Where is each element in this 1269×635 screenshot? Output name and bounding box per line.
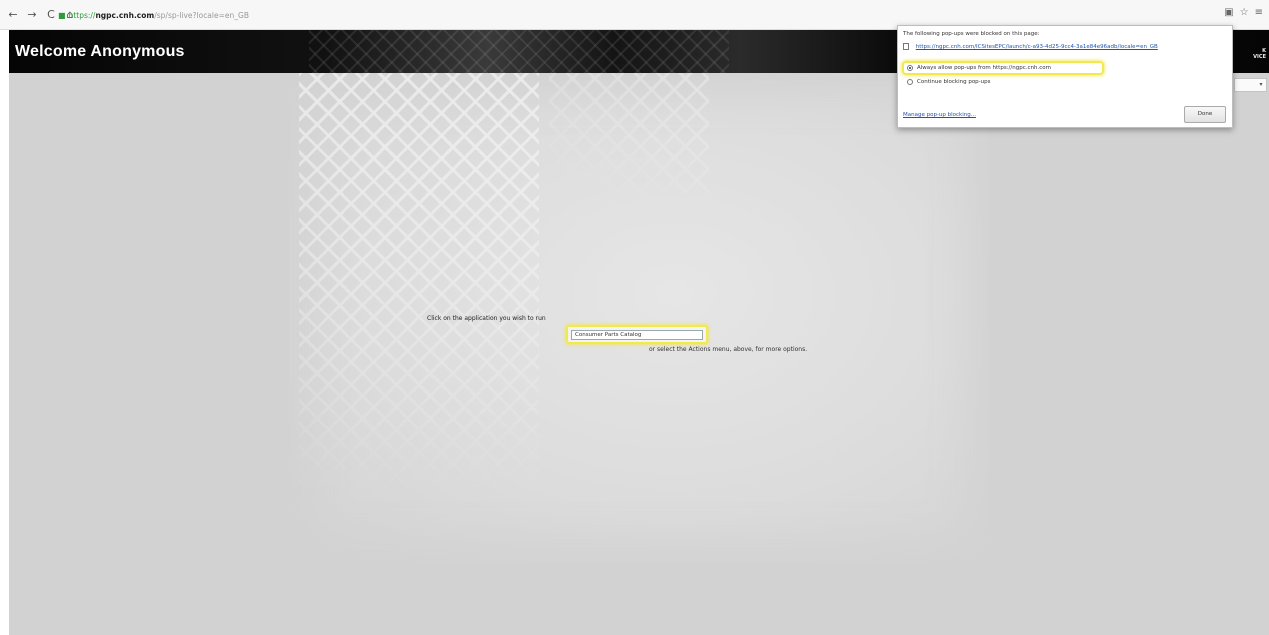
always-allow-label: Always allow pop-ups from https://ngpc.c… <box>917 65 1051 71</box>
main-content: Click on the application you wish to run… <box>9 73 1269 635</box>
manage-popup-blocking-link[interactable]: Manage pop-up blocking... <box>903 112 976 118</box>
done-button[interactable]: Done <box>1184 106 1226 123</box>
diamond-pattern-secondary <box>549 73 709 193</box>
header-right-text: K VICE <box>1253 48 1266 60</box>
blocked-popup-row: https://ngpc.cnh.com/ICSitesEPC/launch/c… <box>903 43 1228 50</box>
url-path: /sp/sp-live?locale=en_GB <box>154 10 249 20</box>
left-margin <box>0 30 9 635</box>
radio-unselected-icon[interactable] <box>907 79 913 85</box>
popup-blocked-icon[interactable]: ▣ <box>1224 7 1233 18</box>
always-allow-option[interactable]: Always allow pop-ups from https://ngpc.c… <box>907 65 1051 71</box>
instruction-text: Click on the application you wish to run <box>427 315 546 322</box>
popup-blocked-bubble: The following pop-ups were blocked on th… <box>897 25 1233 128</box>
continue-blocking-label: Continue blocking pop-ups <box>917 79 991 85</box>
address-bar[interactable]: ■ https:// ngpc.cnh.com /sp/sp-live?loca… <box>58 7 1208 23</box>
menu-icon[interactable]: ≡ <box>1255 7 1263 18</box>
app-link-highlight: Consumer Parts Catalog <box>566 325 708 344</box>
diamond-pattern <box>299 73 539 493</box>
page-icon <box>903 43 909 50</box>
chevron-down-icon: ▾ <box>1259 81 1263 88</box>
url-scheme: https:// <box>68 10 96 20</box>
star-icon[interactable]: ☆ <box>1240 7 1249 18</box>
forward-arrow-icon[interactable]: → <box>25 8 39 22</box>
header-right-line2: VICE <box>1253 54 1266 60</box>
actions-dropdown[interactable]: ▾ <box>1234 78 1267 92</box>
consumer-parts-catalog-link[interactable]: Consumer Parts Catalog <box>571 330 703 340</box>
popup-title: The following pop-ups were blocked on th… <box>903 31 1040 37</box>
blocked-popup-link[interactable]: https://ngpc.cnh.com/ICSitesEPC/launch/c… <box>916 44 1158 50</box>
toolbar-actions: ▣ ☆ ≡ <box>1224 7 1263 18</box>
welcome-title: Welcome Anonymous <box>15 43 185 60</box>
header-pattern <box>309 30 729 73</box>
continue-blocking-option[interactable]: Continue blocking pop-ups <box>907 79 991 85</box>
back-arrow-icon[interactable]: ← <box>6 8 20 22</box>
more-options-text: or select the Actions menu, above, for m… <box>649 346 808 353</box>
lock-icon: ■ <box>58 10 66 20</box>
url-host: ngpc.cnh.com <box>95 10 155 20</box>
radio-selected-icon[interactable] <box>907 65 913 71</box>
reload-icon[interactable]: C <box>44 8 58 22</box>
